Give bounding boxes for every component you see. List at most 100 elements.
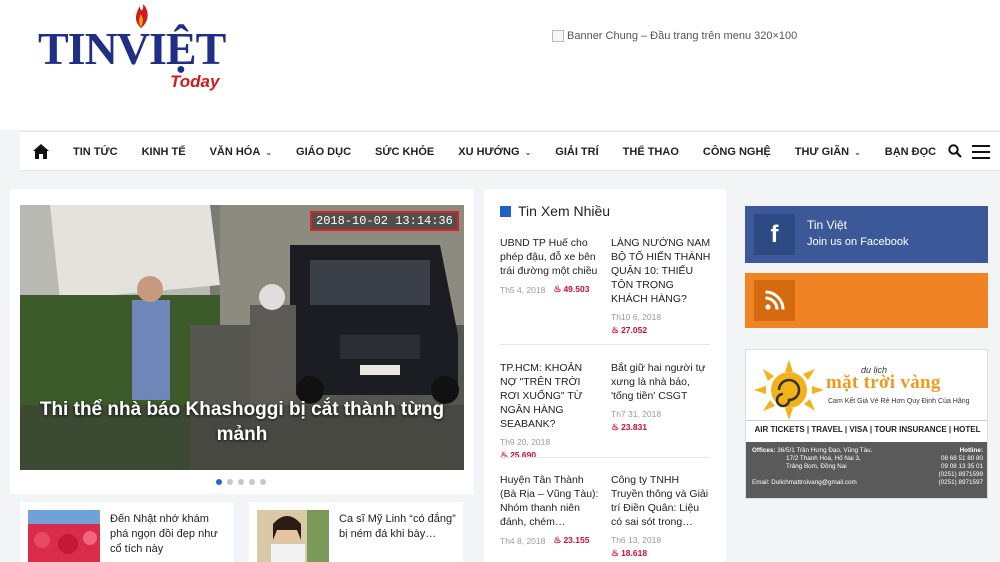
ad-contact: Offices: 36/5/1 Trần Hưng Đạo, Vũng Tàu.…: [746, 442, 987, 498]
chevron-down-icon: ⌄: [265, 147, 273, 157]
widget-title: Tin Xem Nhiều: [518, 203, 611, 219]
nav-item[interactable]: VĂN HÓA ⌄: [210, 146, 272, 158]
nav-item-label: CÔNG NGHỆ: [702, 146, 771, 158]
ad-phone: (0251) 8971599: [938, 471, 983, 478]
popular-title[interactable]: UBND TP Huế cho phép đậu, đỗ xe bên trái…: [500, 236, 600, 278]
popular-views: 18.618: [621, 548, 648, 558]
popular-views: 23.831: [621, 422, 648, 432]
popular-item[interactable]: Huyện Tân Thành (Bà Rịa – Vũng Tàu): Nhó…: [500, 473, 600, 546]
slider-pagination: [216, 479, 266, 485]
mini-article-card[interactable]: Đến Nhật nhớ khám phá ngọn đồi đẹp như c…: [20, 502, 234, 562]
popular-meta: ♨ 18.618: [611, 548, 711, 559]
popular-meta: Th5 4, 2018 ♨ 49.503: [500, 284, 600, 295]
popular-item[interactable]: UBND TP Huế cho phép đậu, đỗ xe bên trái…: [500, 236, 600, 295]
fire-icon: ♨: [553, 535, 562, 545]
popular-title[interactable]: Huyện Tân Thành (Bà Rịa – Vũng Tàu): Nhó…: [500, 473, 600, 529]
home-icon[interactable]: [32, 143, 50, 160]
ad-slogan: Cam Kết Giá Vé Rẻ Hơn Quy Định Của Hãng: [828, 398, 970, 405]
popular-date: Th4 8, 2018: [500, 535, 546, 546]
chevron-down-icon: ⌄: [524, 147, 532, 157]
slider-dot[interactable]: [216, 479, 222, 485]
nav-item[interactable]: THƯ GIÃN ⌄: [795, 146, 861, 158]
ad-phone: (0251) 8971597: [938, 479, 983, 486]
fire-icon: ♨: [611, 325, 620, 335]
popular-meta: Th4 8, 2018 ♨ 23.155: [500, 535, 600, 546]
popular-views: 27.052: [621, 325, 648, 335]
popular-date: Th5 4, 2018: [500, 284, 546, 295]
nav-item-label: BẠN ĐỌC: [884, 146, 937, 158]
nav-item-label: VĂN HÓA: [209, 146, 261, 158]
slider-dot[interactable]: [260, 479, 266, 485]
popular-item[interactable]: Bắt giữ hai người tự xưng là nhà báo, 't…: [611, 361, 711, 433]
nav-item-label: THỂ THAO: [622, 146, 679, 158]
popular-title[interactable]: LÀNG NƯỚNG NAM BỘ TỐ HIẾN THÀNH QUẬN 10:…: [611, 236, 711, 306]
mini-article-title: Đến Nhật nhớ khám phá ngọn đồi đẹp như c…: [110, 513, 218, 555]
site-logo[interactable]: TINVIỆT Today: [30, 0, 230, 100]
article-thumbnail: [28, 510, 100, 562]
ad-address: Trảng Bom, Đồng Nai: [786, 463, 847, 470]
ad-services: AIR TICKETS | TRAVEL | VISA | TOUR INSUR…: [746, 420, 987, 452]
popular-date: Th6 13, 2018: [611, 535, 662, 545]
facebook-page-name: Tin Việt: [807, 218, 848, 232]
nav-item-label: SỨC KHỎE: [375, 146, 435, 158]
nav-item[interactable]: TIN TỨC: [73, 146, 118, 158]
nav-item[interactable]: KINH TẾ: [142, 146, 186, 158]
cctv-timestamp: 2018-10-02 13:14:36: [310, 211, 459, 231]
nav-item-label: GIÁO DỤC: [296, 146, 352, 158]
nav-item[interactable]: GIẢI TRÍ: [555, 146, 598, 158]
popular-views: 23.155: [563, 535, 590, 545]
chevron-down-icon: ⌄: [854, 147, 861, 157]
facebook-join-label: Join us on Facebook: [807, 236, 909, 248]
slide-active[interactable]: 2018-10-02 13:14:36 Thi thể nhà báo Khas…: [20, 205, 464, 470]
slider-dot[interactable]: [227, 479, 233, 485]
ad-offices-label: Offices:: [752, 447, 776, 454]
facebook-follow-box[interactable]: f Tin Việt Join us on Facebook: [745, 206, 988, 263]
popular-meta: ♨ 23.831: [611, 422, 711, 433]
travel-ad-banner[interactable]: du lịch mặt trời vàng Cam Kết Giá Vé Rẻ …: [745, 349, 988, 499]
divider: [500, 344, 710, 345]
logo-subtitle: Today: [170, 72, 220, 91]
nav-item[interactable]: CÔNG NGHỆ: [703, 146, 771, 158]
popular-title[interactable]: Công ty TNHH Truyền thông và Giải trí Đi…: [611, 473, 711, 529]
sun-logo-icon: [754, 360, 824, 420]
popular-news-widget: Tin Xem Nhiều UBND TP Huế cho phép đậu, …: [484, 189, 726, 562]
main-nav: TIN TỨC KINH TẾ VĂN HÓA ⌄ GIÁO DỤC SỨC KHỎE XU…: [20, 131, 1000, 171]
nav-item-label: TIN TỨC: [73, 146, 118, 158]
nav-item[interactable]: XU HƯỚNG ⌄: [458, 146, 531, 158]
slider-dot[interactable]: [249, 479, 255, 485]
banner-alt-text: Banner Chung – Đầu trang trên menu 320×1…: [567, 30, 798, 42]
nav-item[interactable]: BẠN ĐỌC: [885, 146, 936, 158]
ad-hotline-label: Hotline:: [959, 447, 983, 454]
hamburger-menu-icon[interactable]: [972, 145, 990, 159]
widget-heading: Tin Xem Nhiều: [500, 203, 610, 219]
ad-phone: 08 68 51 80 80: [940, 455, 983, 462]
popular-item[interactable]: TP.HCM: KHOẢN NỢ "TRÊN TRỜI RƠI XUỐNG" T…: [500, 361, 600, 461]
search-icon[interactable]: [948, 144, 962, 158]
nav-item[interactable]: GIÁO DỤC: [296, 146, 351, 158]
popular-date: Th7 31, 2018: [611, 409, 662, 419]
popular-date: Th10 6, 2018: [611, 312, 662, 322]
fire-icon: ♨: [500, 450, 509, 460]
mini-article-card[interactable]: Ca sĩ Mỹ Linh “có đắng” bị ném đá khi bà…: [249, 502, 463, 562]
nav-item-label: KINH TẾ: [141, 146, 186, 158]
nav-item[interactable]: SỨC KHỎE: [375, 146, 434, 158]
slide-caption[interactable]: Thi thể nhà báo Khashoggi bị cắt thành t…: [20, 397, 464, 447]
popular-title[interactable]: Bắt giữ hai người tự xưng là nhà báo, 't…: [611, 361, 711, 403]
slider-dot[interactable]: [238, 479, 244, 485]
divider: [500, 457, 710, 458]
nav-item[interactable]: THỂ THAO: [623, 146, 679, 158]
mini-article-title: Ca sĩ Mỹ Linh “có đắng” bị ném đá khi bà…: [339, 513, 456, 540]
heading-square-icon: [500, 205, 511, 217]
popular-views: 49.503: [563, 284, 590, 294]
popular-item[interactable]: Công ty TNHH Truyền thông và Giải trí Đi…: [611, 473, 711, 559]
nav-item-label: XU HƯỚNG: [458, 146, 520, 158]
nav-item-label: THƯ GIÃN: [794, 146, 850, 158]
popular-meta: ♨ 25.690: [500, 450, 600, 461]
rss-feed-box[interactable]: [745, 273, 988, 328]
ad-address: 36/5/1 Trần Hưng Đạo, Vũng Tàu.: [777, 447, 873, 454]
header-banner[interactable]: Banner Chung – Đầu trang trên menu 320×1…: [552, 30, 797, 42]
fire-icon: ♨: [611, 548, 620, 558]
logo-wordmark: TINVIỆT: [38, 23, 226, 74]
popular-item[interactable]: LÀNG NƯỚNG NAM BỘ TỐ HIẾN THÀNH QUẬN 10:…: [611, 236, 711, 336]
popular-title[interactable]: TP.HCM: KHOẢN NỢ "TRÊN TRỜI RƠI XUỐNG" T…: [500, 361, 600, 431]
